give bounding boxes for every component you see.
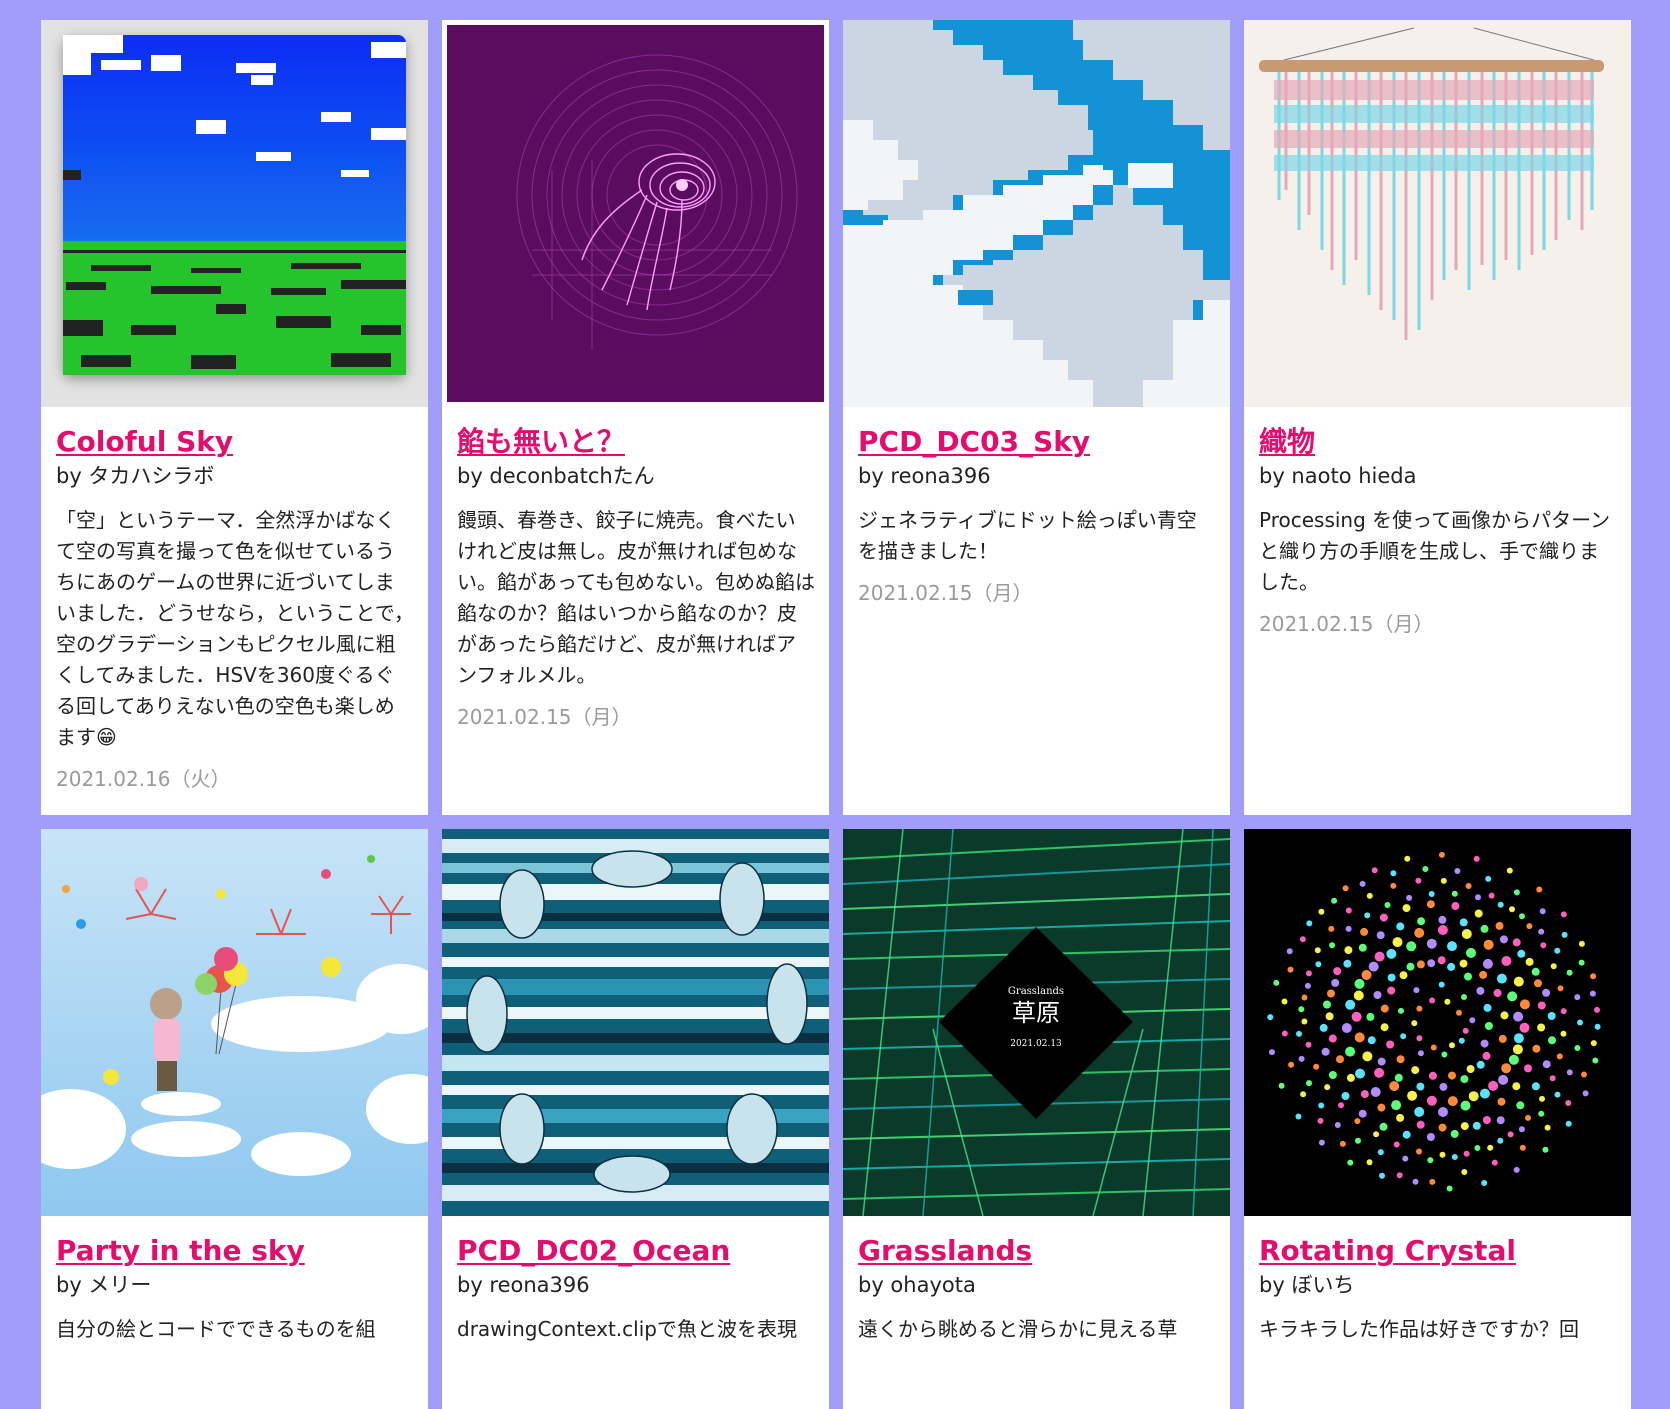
thumbnail-text-date: 2021.02.13	[1010, 1039, 1062, 1049]
work-title-link[interactable]: PCD_DC02_Ocean	[457, 1234, 730, 1268]
work-card: Party in the sky by メリー 自分の絵とコードでできるものを組	[41, 829, 428, 1409]
work-thumbnail[interactable]: Grasslands 草原 2021.02.13	[843, 829, 1230, 1216]
ocean-fish-icon	[442, 829, 829, 1216]
work-description: 饅頭、春巻き、餃子に焼売。食べたいけれど皮は無し。皮が無ければ包めない。餡があっ…	[457, 508, 815, 687]
work-date: 2021.02.16（火）	[56, 767, 231, 791]
work-description: drawingContext.clipで魚と波を表現	[457, 1317, 797, 1341]
work-author: by naoto hieda	[1259, 464, 1417, 488]
thumbnail-text-en: Grasslands	[1008, 986, 1064, 997]
work-info: Coloful Sky by タカハシラボ 「空」というテーマ．全然浮かばなくて…	[41, 407, 428, 807]
work-thumbnail[interactable]	[442, 829, 829, 1216]
work-author: by ohayota	[858, 1273, 976, 1297]
pixel-clouds-icon	[843, 20, 1230, 407]
blocky-sky-icon	[41, 20, 428, 407]
jellyfish-spiral-icon	[442, 20, 829, 407]
work-title-link[interactable]: 織物	[1259, 425, 1315, 459]
rotating-crystal-icon	[1244, 829, 1631, 1216]
work-author: by タカハシラボ	[56, 464, 215, 488]
work-info: 織物 by naoto hieda Processing を使って画像からパター…	[1244, 407, 1631, 652]
work-card: Rotating Crystal by ぼいち キラキラした作品は好きですか？回	[1244, 829, 1631, 1409]
work-title-link[interactable]: Coloful Sky	[56, 425, 233, 459]
work-thumbnail[interactable]	[1244, 20, 1631, 407]
work-thumbnail[interactable]	[41, 20, 428, 407]
work-thumbnail[interactable]	[442, 20, 829, 407]
work-date: 2021.02.15（月）	[457, 705, 632, 729]
work-info: 餡も無いと？ by deconbatchたん 饅頭、春巻き、餃子に焼売。食べたい…	[442, 407, 829, 745]
work-author: by ぼいち	[1259, 1273, 1355, 1297]
woven-tapestry-icon	[1244, 20, 1631, 407]
work-title-link[interactable]: Party in the sky	[56, 1234, 305, 1268]
work-author: by deconbatchたん	[457, 464, 655, 488]
work-thumbnail[interactable]	[1244, 829, 1631, 1216]
work-date: 2021.02.15（月）	[1259, 612, 1434, 636]
work-card: Grasslands 草原 2021.02.13 Grasslands by o…	[843, 829, 1230, 1409]
work-card: 織物 by naoto hieda Processing を使って画像からパター…	[1244, 20, 1631, 815]
work-description: 自分の絵とコードでできるものを組	[56, 1317, 376, 1341]
work-title-link[interactable]: Rotating Crystal	[1259, 1234, 1516, 1268]
work-description: キラキラした作品は好きですか？回	[1259, 1317, 1579, 1341]
work-card: PCD_DC03_Sky by reona396 ジェネラティブにドット絵っぽい…	[843, 20, 1230, 815]
grasslands-icon: Grasslands 草原 2021.02.13	[843, 829, 1230, 1216]
work-author: by reona396	[858, 464, 991, 488]
work-card: PCD_DC02_Ocean by reona396 drawingContex…	[442, 829, 829, 1409]
work-description: 「空」というテーマ．全然浮かばなくて空の写真を撮って色を似せているうちにあのゲー…	[56, 508, 414, 749]
work-description: Processing を使って画像からパターンと織り方の手順を生成し、手で織りま…	[1259, 508, 1611, 594]
work-date: 2021.02.15（月）	[858, 581, 1033, 605]
work-card: Coloful Sky by タカハシラボ 「空」というテーマ．全然浮かばなくて…	[41, 20, 428, 815]
work-title-link[interactable]: PCD_DC03_Sky	[858, 425, 1090, 459]
works-grid: Coloful Sky by タカハシラボ 「空」というテーマ．全然浮かばなくて…	[41, 20, 1631, 1409]
work-title-link[interactable]: 餡も無いと？	[457, 425, 625, 459]
work-description: 遠くから眺めると滑らかに見える草	[858, 1317, 1178, 1341]
work-thumbnail[interactable]	[41, 829, 428, 1216]
work-author: by メリー	[56, 1273, 152, 1297]
work-title-link[interactable]: Grasslands	[858, 1234, 1032, 1268]
work-card: 餡も無いと？ by deconbatchたん 饅頭、春巻き、餃子に焼売。食べたい…	[442, 20, 829, 815]
balloon-girl-icon	[41, 829, 428, 1216]
work-thumbnail[interactable]	[843, 20, 1230, 407]
work-author: by reona396	[457, 1273, 590, 1297]
work-info: PCD_DC03_Sky by reona396 ジェネラティブにドット絵っぽい…	[843, 407, 1230, 621]
work-description: ジェネラティブにドット絵っぽい青空を描きました！	[858, 508, 1197, 563]
thumbnail-text-jp: 草原	[1012, 999, 1060, 1027]
